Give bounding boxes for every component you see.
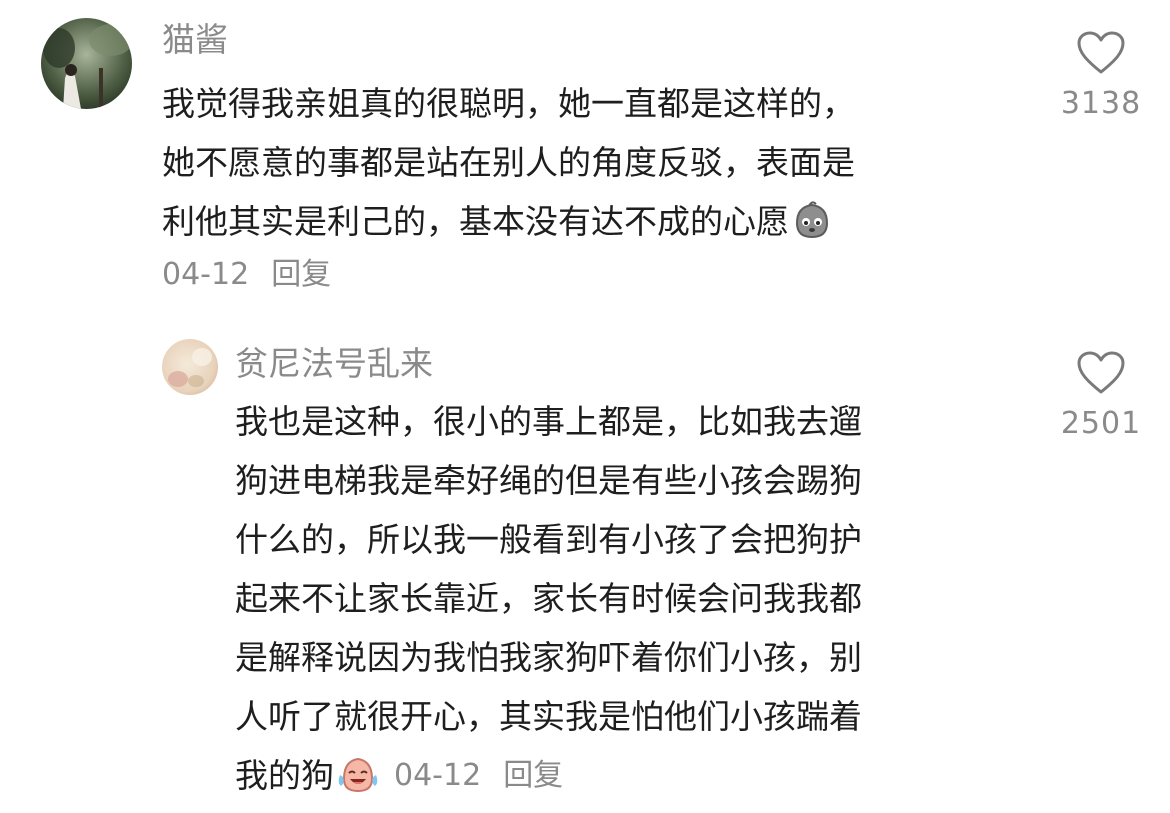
comment-meta: 04-12 回复 [162, 255, 331, 295]
like-count: 2501 [1060, 406, 1142, 441]
comment-text-line: 她不愿意的事都是站在别人的角度反驳，表面是 [162, 143, 855, 182]
comment-text-line: 起来不让家长靠近，家长有时候会问我我都 [235, 579, 862, 618]
comment-username[interactable]: 猫酱 [162, 20, 228, 60]
comment-item: 猫酱 我觉得我亲姐真的很聪明，她一直都是这样的， 她不愿意的事都是站在别人的角度… [0, 0, 1170, 310]
comment-username[interactable]: 贫尼法号乱来 [235, 344, 433, 384]
comment-text-line-content: 利他其实是利己的，基本没有达不成的心愿 [162, 202, 789, 241]
reply-button[interactable]: 回复 [271, 257, 331, 292]
comment-text-line-content: 我的狗 [235, 756, 334, 795]
laughing-crying-face-emoji-icon [336, 753, 380, 813]
comment-text-line: 我觉得我亲姐真的很聪明，她一直都是这样的， [162, 84, 855, 123]
avatar-image [41, 18, 132, 109]
comment-meta: 04-12 回复 [394, 746, 563, 805]
heart-outline-icon[interactable] [1076, 350, 1126, 396]
sweat-face-emoji-icon [791, 199, 833, 259]
reply-button[interactable]: 回复 [503, 746, 563, 805]
like-count: 3138 [1060, 86, 1142, 121]
reply-comment-item: 贫尼法号乱来 我也是这种，很小的事上都是，比如我去遛 狗进电梯我是牵好绳的但是有… [0, 320, 1170, 795]
heart-outline-icon[interactable] [1076, 30, 1126, 76]
comment-text-line: 是解释说因为我怕我家狗吓着你们小孩，别 [235, 638, 862, 677]
comment-text-line: 利他其实是利己的，基本没有达不成的心愿 [162, 192, 855, 251]
comment-text-line: 狗进电梯我是牵好绳的但是有些小孩会踢狗 [235, 461, 862, 500]
comment-text-line: 人听了就很开心，其实我是怕他们小孩踹着 [235, 697, 862, 736]
avatar-image [162, 339, 218, 395]
comment-text-line: 我的狗 04-12 回复 [235, 746, 862, 805]
comment-text: 我也是这种，很小的事上都是，比如我去遛 狗进电梯我是牵好绳的但是有些小孩会踢狗 … [235, 392, 862, 805]
comment-date: 04-12 [394, 758, 482, 793]
comment-date: 04-12 [162, 257, 250, 292]
avatar[interactable] [162, 339, 218, 395]
like-column: 2501 [1056, 350, 1146, 442]
like-column: 3138 [1056, 30, 1146, 122]
comment-text: 我觉得我亲姐真的很聪明，她一直都是这样的， 她不愿意的事都是站在别人的角度反驳，… [162, 74, 855, 251]
comment-text-line: 我也是这种，很小的事上都是，比如我去遛 [235, 402, 862, 441]
comment-text-line: 什么的，所以我一般看到有小孩了会把狗护 [235, 520, 862, 559]
avatar[interactable] [41, 18, 132, 109]
